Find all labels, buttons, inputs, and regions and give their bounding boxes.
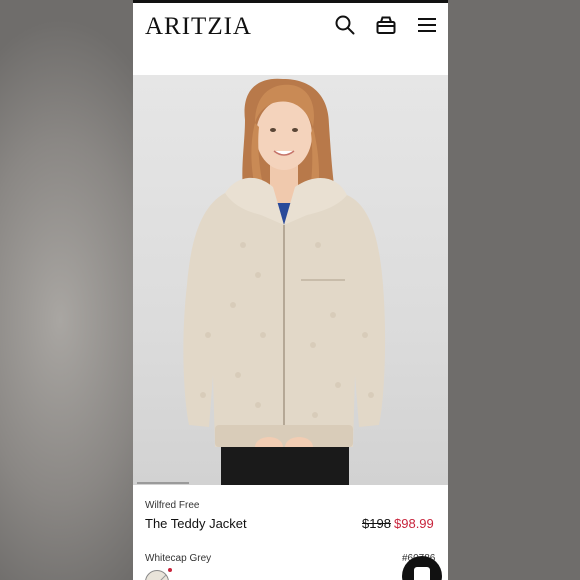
selected-indicator-dot	[168, 568, 172, 572]
color-swatch[interactable]	[145, 570, 169, 580]
product-brand: Wilfred Free	[145, 500, 200, 511]
search-icon[interactable]	[334, 14, 356, 36]
gallery-progress-indicator	[137, 482, 189, 484]
original-price: $198	[362, 516, 391, 531]
site-header: ARITZIA	[133, 3, 448, 75]
product-name: The Teddy Jacket	[145, 516, 247, 531]
chat-icon	[414, 567, 430, 580]
menu-icon[interactable]	[416, 14, 438, 36]
color-name: Whitecap Grey	[145, 553, 212, 564]
sale-price: $98.99	[394, 516, 434, 531]
brand-logo[interactable]: ARITZIA	[145, 13, 252, 41]
phone-screen: ARITZIA Wilfred Free The Teddy Jacket $1…	[133, 0, 448, 580]
product-image[interactable]	[133, 75, 448, 485]
bag-icon[interactable]	[375, 14, 397, 36]
